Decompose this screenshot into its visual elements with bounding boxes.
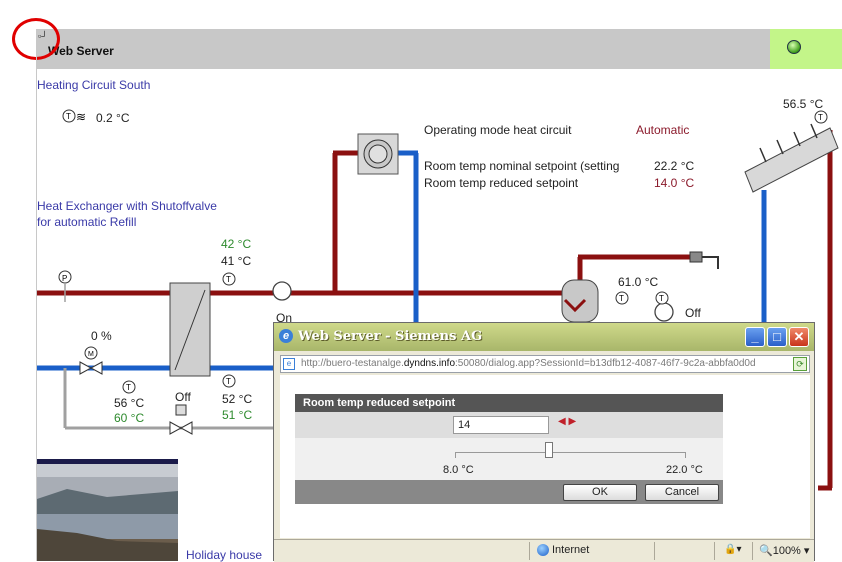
arrow-right-icon[interactable]: ▶ [568, 416, 576, 427]
reduced-value[interactable]: 14.0 °C [654, 176, 694, 190]
secondary-return-actual: 52 °C [222, 392, 253, 406]
slider-max-label: 22.0 °C [666, 464, 703, 476]
svg-text:T: T [226, 377, 231, 386]
mixing-valve-icon [79, 361, 93, 375]
address-bar[interactable]: e http://buero-testanalge.dyndns.info:50… [280, 355, 810, 373]
globe-icon [537, 544, 549, 557]
heat-exchanger-label-2: for automatic Refill [37, 215, 137, 229]
tank-pump-icon [654, 302, 674, 322]
svg-text:P: P [62, 274, 67, 283]
mode-label: Operating mode heat circuit [424, 123, 572, 137]
solar-collector-icon [744, 127, 839, 193]
mode-value[interactable]: Automatic [636, 123, 689, 137]
nominal-value[interactable]: 22.2 °C [654, 159, 694, 173]
zoom-control[interactable]: 🔍100% ▾ [759, 544, 809, 557]
svg-text:≋: ≋ [76, 110, 86, 124]
security-zone[interactable]: Internet [537, 544, 590, 557]
address-url[interactable]: http://buero-testanalge.dyndns.info:5008… [301, 358, 789, 369]
holiday-house-link[interactable]: Holiday house [186, 548, 262, 562]
valve-position: 0 % [91, 329, 112, 343]
zoom-label: 100% [772, 545, 801, 557]
slider-min-tick [455, 452, 456, 458]
secondary-return-setpoint: 51 °C [222, 408, 253, 422]
reduced-label: Room temp reduced setpoint [424, 176, 579, 190]
slider-min-label: 8.0 °C [443, 464, 474, 476]
popup-content: Room temp reduced setpoint 14 ◀ ▶ 8.0 °C… [280, 375, 810, 538]
webcam-image[interactable] [37, 459, 178, 561]
svg-text:M: M [88, 351, 94, 358]
slider-max-tick [685, 452, 686, 458]
solar-temp: 56.5 °C [783, 97, 824, 111]
status-bar: Internet 🔒▾ 🔍100% ▾ [274, 539, 814, 562]
circuit-title[interactable]: Heating Circuit South [37, 78, 150, 92]
address-domain: dyndns.info [403, 358, 456, 369]
tank-pump-state[interactable]: Off [685, 306, 701, 320]
svg-text:T: T [659, 294, 664, 303]
slider-track[interactable] [455, 452, 685, 453]
dialog-button-bar: OK Cancel [295, 480, 723, 504]
supply-temp-setpoint: 42 °C [221, 237, 252, 251]
primary-return-setpoint: 60 °C [114, 411, 145, 425]
slider-thumb[interactable] [545, 442, 553, 458]
address-suffix: :50080/dialog.app?SessionId=b13dfb12-408… [455, 358, 756, 369]
supply-temp-actual: 41 °C [221, 254, 252, 268]
setpoint-input[interactable]: 14 [453, 416, 549, 434]
tap-icon [689, 251, 703, 263]
svg-text:T: T [66, 112, 71, 121]
refresh-icon[interactable]: ⟳ [793, 357, 807, 371]
address-prefix: http://buero-testanalge. [301, 358, 404, 369]
arrow-left-icon[interactable]: ◀ [558, 416, 566, 427]
popup-window[interactable]: e Web Server - Siemens AG _ □ ✕ e http:/… [273, 322, 815, 562]
minimize-button[interactable]: _ [745, 327, 765, 347]
popup-title: Web Server - Siemens AG [298, 329, 483, 344]
setpoint-dialog: Room temp reduced setpoint 14 ◀ ▶ 8.0 °C… [295, 394, 723, 504]
svg-text:T: T [126, 383, 131, 392]
ok-button[interactable]: OK [563, 484, 637, 501]
cancel-button[interactable]: Cancel [645, 484, 719, 501]
pump-icon [272, 281, 292, 301]
slider-area: 8.0 °C 22.0 °C [295, 438, 723, 480]
svg-text:T: T [818, 113, 823, 122]
maximize-button[interactable]: □ [767, 327, 787, 347]
shutoff-state[interactable]: Off [175, 390, 191, 404]
zoom-icon: 🔍 [759, 545, 773, 557]
tank-temp: 61.0 °C [618, 275, 659, 289]
security-zone-label: Internet [552, 544, 590, 556]
primary-return-actual: 56 °C [114, 396, 145, 410]
svg-text:T: T [226, 275, 231, 284]
outdoor-temp: 0.2 °C [96, 111, 130, 125]
protected-mode-icon[interactable]: 🔒▾ [724, 544, 741, 555]
internet-explorer-icon: e [279, 329, 293, 343]
close-button[interactable]: ✕ [789, 327, 809, 347]
heat-exchanger-label-1: Heat Exchanger with Shutoffvalve [37, 199, 217, 213]
svg-text:T: T [619, 294, 624, 303]
nominal-label: Room temp nominal setpoint (setting [424, 159, 620, 173]
dialog-title: Room temp reduced setpoint [295, 394, 723, 412]
page-icon: e [283, 358, 295, 370]
stepper-arrows[interactable]: ◀ ▶ [558, 416, 576, 427]
shutoff-valve-icon [169, 421, 183, 435]
